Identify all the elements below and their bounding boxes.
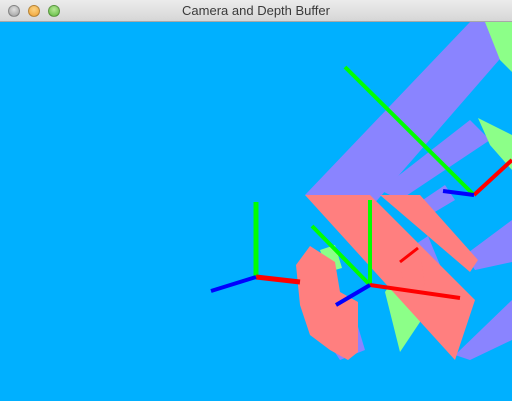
x-axis-1 [255, 274, 301, 285]
x-axis-2 [472, 158, 512, 197]
pink-faces [296, 195, 478, 360]
window-title: Camera and Depth Buffer [182, 3, 330, 18]
window-titlebar[interactable]: Camera and Depth Buffer [0, 0, 512, 22]
z-axis-1 [210, 275, 257, 293]
scene-canvas [210, 22, 512, 360]
render-viewport[interactable] [0, 22, 512, 401]
app-window: Camera and Depth Buffer [0, 0, 512, 401]
